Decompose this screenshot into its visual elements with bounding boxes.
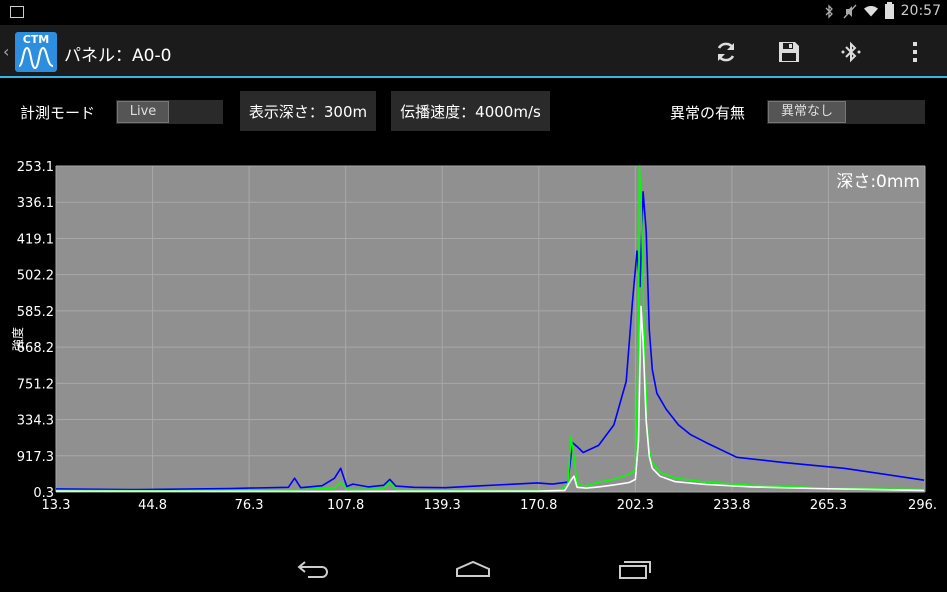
measure-mode-label: 計測モード (20, 104, 96, 122)
action-bar: ‹ CTM パネル：A0-0 (0, 25, 947, 78)
y-tick-label: 0.3 (33, 486, 54, 501)
back-button[interactable] (294, 555, 334, 583)
anomaly-toggle[interactable]: 異常なし (767, 100, 925, 124)
depth-annotation: 深さ:0mm (836, 172, 920, 192)
status-bar: 20:57 (0, 0, 947, 25)
battery-icon (884, 1, 894, 19)
y-tick-label: 751.2 (17, 377, 54, 392)
depth-button[interactable]: 表示深さ：300m (240, 91, 376, 131)
measure-mode-value: Live (117, 101, 169, 123)
plot-background (56, 166, 925, 492)
save-button[interactable] (772, 35, 806, 69)
back-arrow-icon (297, 561, 328, 578)
save-icon (779, 42, 799, 62)
controls-row: 計測モード Live 表示深さ：300m 伝播速度：4000m/s 異常の有無 … (0, 80, 947, 140)
x-tick-label: 202.3 (617, 498, 654, 513)
logo-wave-icon (18, 46, 54, 70)
status-icons: 20:57 (822, 1, 941, 19)
y-tick-label: 917.3 (17, 450, 54, 465)
y-tick-label: 502.2 (17, 269, 54, 284)
y-tick-label: 253.1 (17, 160, 54, 175)
bluetooth-button[interactable] (834, 35, 868, 69)
x-tick-label: 265.3 (810, 498, 847, 513)
overflow-menu-button[interactable] (898, 35, 932, 69)
more-vertical-icon (913, 42, 917, 62)
up-chevron-icon[interactable]: ‹ (3, 42, 9, 61)
x-tick-label: 44.8 (138, 498, 167, 513)
measure-mode-toggle[interactable]: Live (116, 100, 223, 124)
chart-area: 13.3 44.8 76.3 107.8 139.3 170.8 202.3 233.8 265… (0, 140, 947, 542)
anomaly-value: 異常なし (768, 101, 846, 123)
x-tick-label: 170.8 (520, 498, 557, 513)
mute-icon (843, 3, 857, 19)
y-tick-label: 334.3 (17, 414, 54, 429)
refresh-button[interactable] (709, 35, 743, 69)
y-axis-label: 強度 (10, 327, 25, 351)
x-tick-label: 139.3 (424, 498, 461, 513)
y-tick-label: 419.1 (17, 232, 54, 247)
page-title: パネル：A0-0 (64, 46, 172, 66)
x-tick-label: 233.8 (713, 498, 750, 513)
y-tick-label: 585.2 (17, 305, 54, 320)
home-button[interactable] (453, 555, 493, 583)
x-tick-label: 76.3 (235, 498, 264, 513)
logo-text: CTM (22, 33, 50, 46)
y-tick-label: 336.1 (17, 196, 54, 211)
navigation-bar (0, 545, 947, 592)
speed-button[interactable]: 伝播速度：4000m/s (391, 91, 550, 131)
x-tick-label: 296. (908, 498, 937, 513)
x-tick-label: 107.8 (327, 498, 364, 513)
status-time: 20:57 (900, 3, 941, 19)
app-logo[interactable]: CTM (15, 32, 57, 72)
waveform-chart[interactable]: 13.3 44.8 76.3 107.8 139.3 170.8 202.3 233.8 265… (0, 140, 947, 542)
bluetooth-search-icon (841, 41, 861, 63)
bluetooth-icon (822, 3, 836, 19)
refresh-icon (717, 42, 735, 62)
home-icon (456, 560, 490, 577)
recent-apps-icon (619, 561, 651, 579)
anomaly-label: 異常の有無 (670, 104, 746, 122)
wifi-icon (863, 3, 878, 19)
recent-apps-button[interactable] (614, 555, 654, 583)
image-notification-icon (10, 6, 24, 18)
